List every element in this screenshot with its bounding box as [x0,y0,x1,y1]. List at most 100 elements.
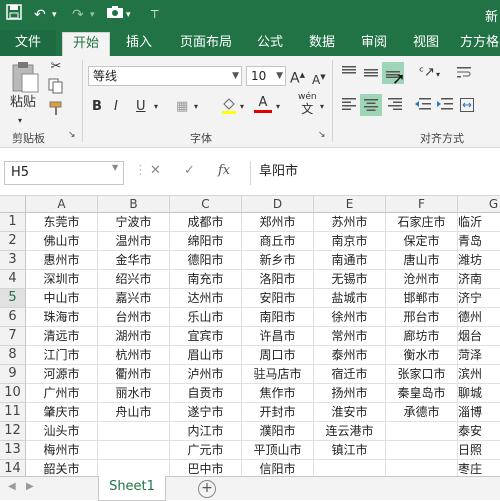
undo-icon[interactable]: ↶ [34,4,46,26]
clipboard-launcher-icon[interactable]: ↘ [68,130,76,140]
cell[interactable]: 邢台市 [386,308,458,327]
cell[interactable]: 绍兴市 [98,270,170,289]
row-header[interactable]: 3 [0,251,26,270]
cell[interactable]: 保定市 [386,232,458,251]
cell[interactable]: 沧州市 [386,270,458,289]
cell[interactable]: 常州市 [314,327,386,346]
formula-input[interactable]: 阜阳市 [250,161,500,185]
cell[interactable] [386,422,458,441]
qat-more-icon[interactable]: ⊤ [150,4,160,26]
cell[interactable] [386,460,458,476]
column-header[interactable]: A [26,196,98,213]
sheet-tab-sheet1[interactable]: Sheet1 [98,476,166,501]
cell[interactable]: 枣庄 [458,460,500,476]
cell[interactable]: 达州市 [170,289,242,308]
tab-fangfange[interactable]: 方方格 [460,30,500,56]
cell[interactable]: 新乡市 [242,251,314,270]
cell[interactable]: 信阳市 [242,460,314,476]
row-header[interactable]: 11 [0,403,26,422]
cell[interactable]: 苏州市 [314,213,386,232]
cell[interactable]: 南阳市 [242,308,314,327]
tab-page-layout[interactable]: 页面布局 [172,30,240,56]
cell[interactable]: 珠海市 [26,308,98,327]
cell[interactable]: 佛山市 [26,232,98,251]
sheet-next-icon[interactable]: ▶ [26,481,34,492]
cell[interactable]: 菏泽 [458,346,500,365]
cut-icon[interactable]: ✂ [46,58,66,76]
cell[interactable]: 自贡市 [170,384,242,403]
cell[interactable]: 东莞市 [26,213,98,232]
row-header[interactable]: 5 [0,289,26,308]
row-header[interactable]: 13 [0,441,26,460]
cell[interactable]: 临沂 [458,213,500,232]
cell[interactable]: 南通市 [314,251,386,270]
border-dropdown-icon[interactable]: ▾ [194,98,198,116]
cell[interactable]: 许昌市 [242,327,314,346]
align-left-icon[interactable] [340,98,358,116]
sheet-prev-icon[interactable]: ◀ [8,481,16,492]
add-sheet-button[interactable]: + [198,480,216,498]
cell[interactable]: 眉山市 [170,346,242,365]
font-launcher-icon[interactable]: ↘ [318,130,326,140]
paste-button[interactable]: 粘贴 [6,94,40,112]
cell[interactable]: 滨州 [458,365,500,384]
customize-qat-icon[interactable]: ▾ [126,4,131,26]
align-right-icon[interactable] [386,98,404,116]
underline-button[interactable]: U [136,98,146,116]
cell[interactable]: 嘉兴市 [98,289,170,308]
cell[interactable]: 金华市 [98,251,170,270]
cell[interactable]: 江门市 [26,346,98,365]
cell[interactable]: 青岛 [458,232,500,251]
cell[interactable]: 泰安 [458,422,500,441]
cell[interactable]: 泰州市 [314,346,386,365]
font-name-select[interactable]: 等线 ▼ [88,66,242,86]
wrap-text-icon[interactable] [456,66,472,84]
save-icon[interactable] [6,4,22,26]
format-painter-icon[interactable] [46,100,66,122]
name-box[interactable]: H5 [4,161,124,185]
border-icon[interactable]: ▦ [176,98,188,116]
cell[interactable]: 衡水市 [386,346,458,365]
cell[interactable]: 洛阳市 [242,270,314,289]
tab-view[interactable]: 视图 [408,30,444,56]
cell[interactable] [98,441,170,460]
bold-button[interactable]: B [92,98,102,116]
cell[interactable]: 焦作市 [242,384,314,403]
paste-icon[interactable] [8,60,42,96]
cell[interactable]: 广州市 [26,384,98,403]
cell[interactable]: 无锡市 [314,270,386,289]
cell[interactable]: 安阳市 [242,289,314,308]
tab-insert[interactable]: 插入 [118,30,160,56]
cell[interactable]: 商丘市 [242,232,314,251]
name-box-dropdown-icon[interactable]: ▼ [112,163,118,172]
cell[interactable]: 泸州市 [170,365,242,384]
cell[interactable]: 开封市 [242,403,314,422]
cell[interactable] [98,460,170,476]
cell[interactable]: 遂宁市 [170,403,242,422]
cell[interactable]: 日照 [458,441,500,460]
orientation-dropdown-icon[interactable]: ▾ [436,66,440,84]
column-header[interactable]: F [386,196,458,213]
phonetic-dropdown-icon[interactable]: ▾ [320,98,324,116]
cell[interactable]: 平顶山市 [242,441,314,460]
cell[interactable]: 湖州市 [98,327,170,346]
cell[interactable]: 肇庆市 [26,403,98,422]
cell[interactable] [314,460,386,476]
cell[interactable]: 济宁 [458,289,500,308]
phonetic-button[interactable]: wén 文 [298,92,317,116]
cell[interactable]: 韶关市 [26,460,98,476]
cell[interactable]: 中山市 [26,289,98,308]
align-center-icon[interactable] [360,94,382,116]
select-all-corner[interactable] [0,196,26,213]
cell[interactable]: 深圳市 [26,270,98,289]
cell[interactable]: 广元市 [170,441,242,460]
cell[interactable]: 成都市 [170,213,242,232]
row-header[interactable]: 1 [0,213,26,232]
font-color-icon[interactable]: A [254,94,272,113]
row-header[interactable]: 6 [0,308,26,327]
row-header[interactable]: 12 [0,422,26,441]
cell[interactable]: 丽水市 [98,384,170,403]
redo-icon[interactable]: ↷ [72,4,84,26]
enter-icon[interactable]: ✓ [184,163,195,178]
cell[interactable]: 郑州市 [242,213,314,232]
